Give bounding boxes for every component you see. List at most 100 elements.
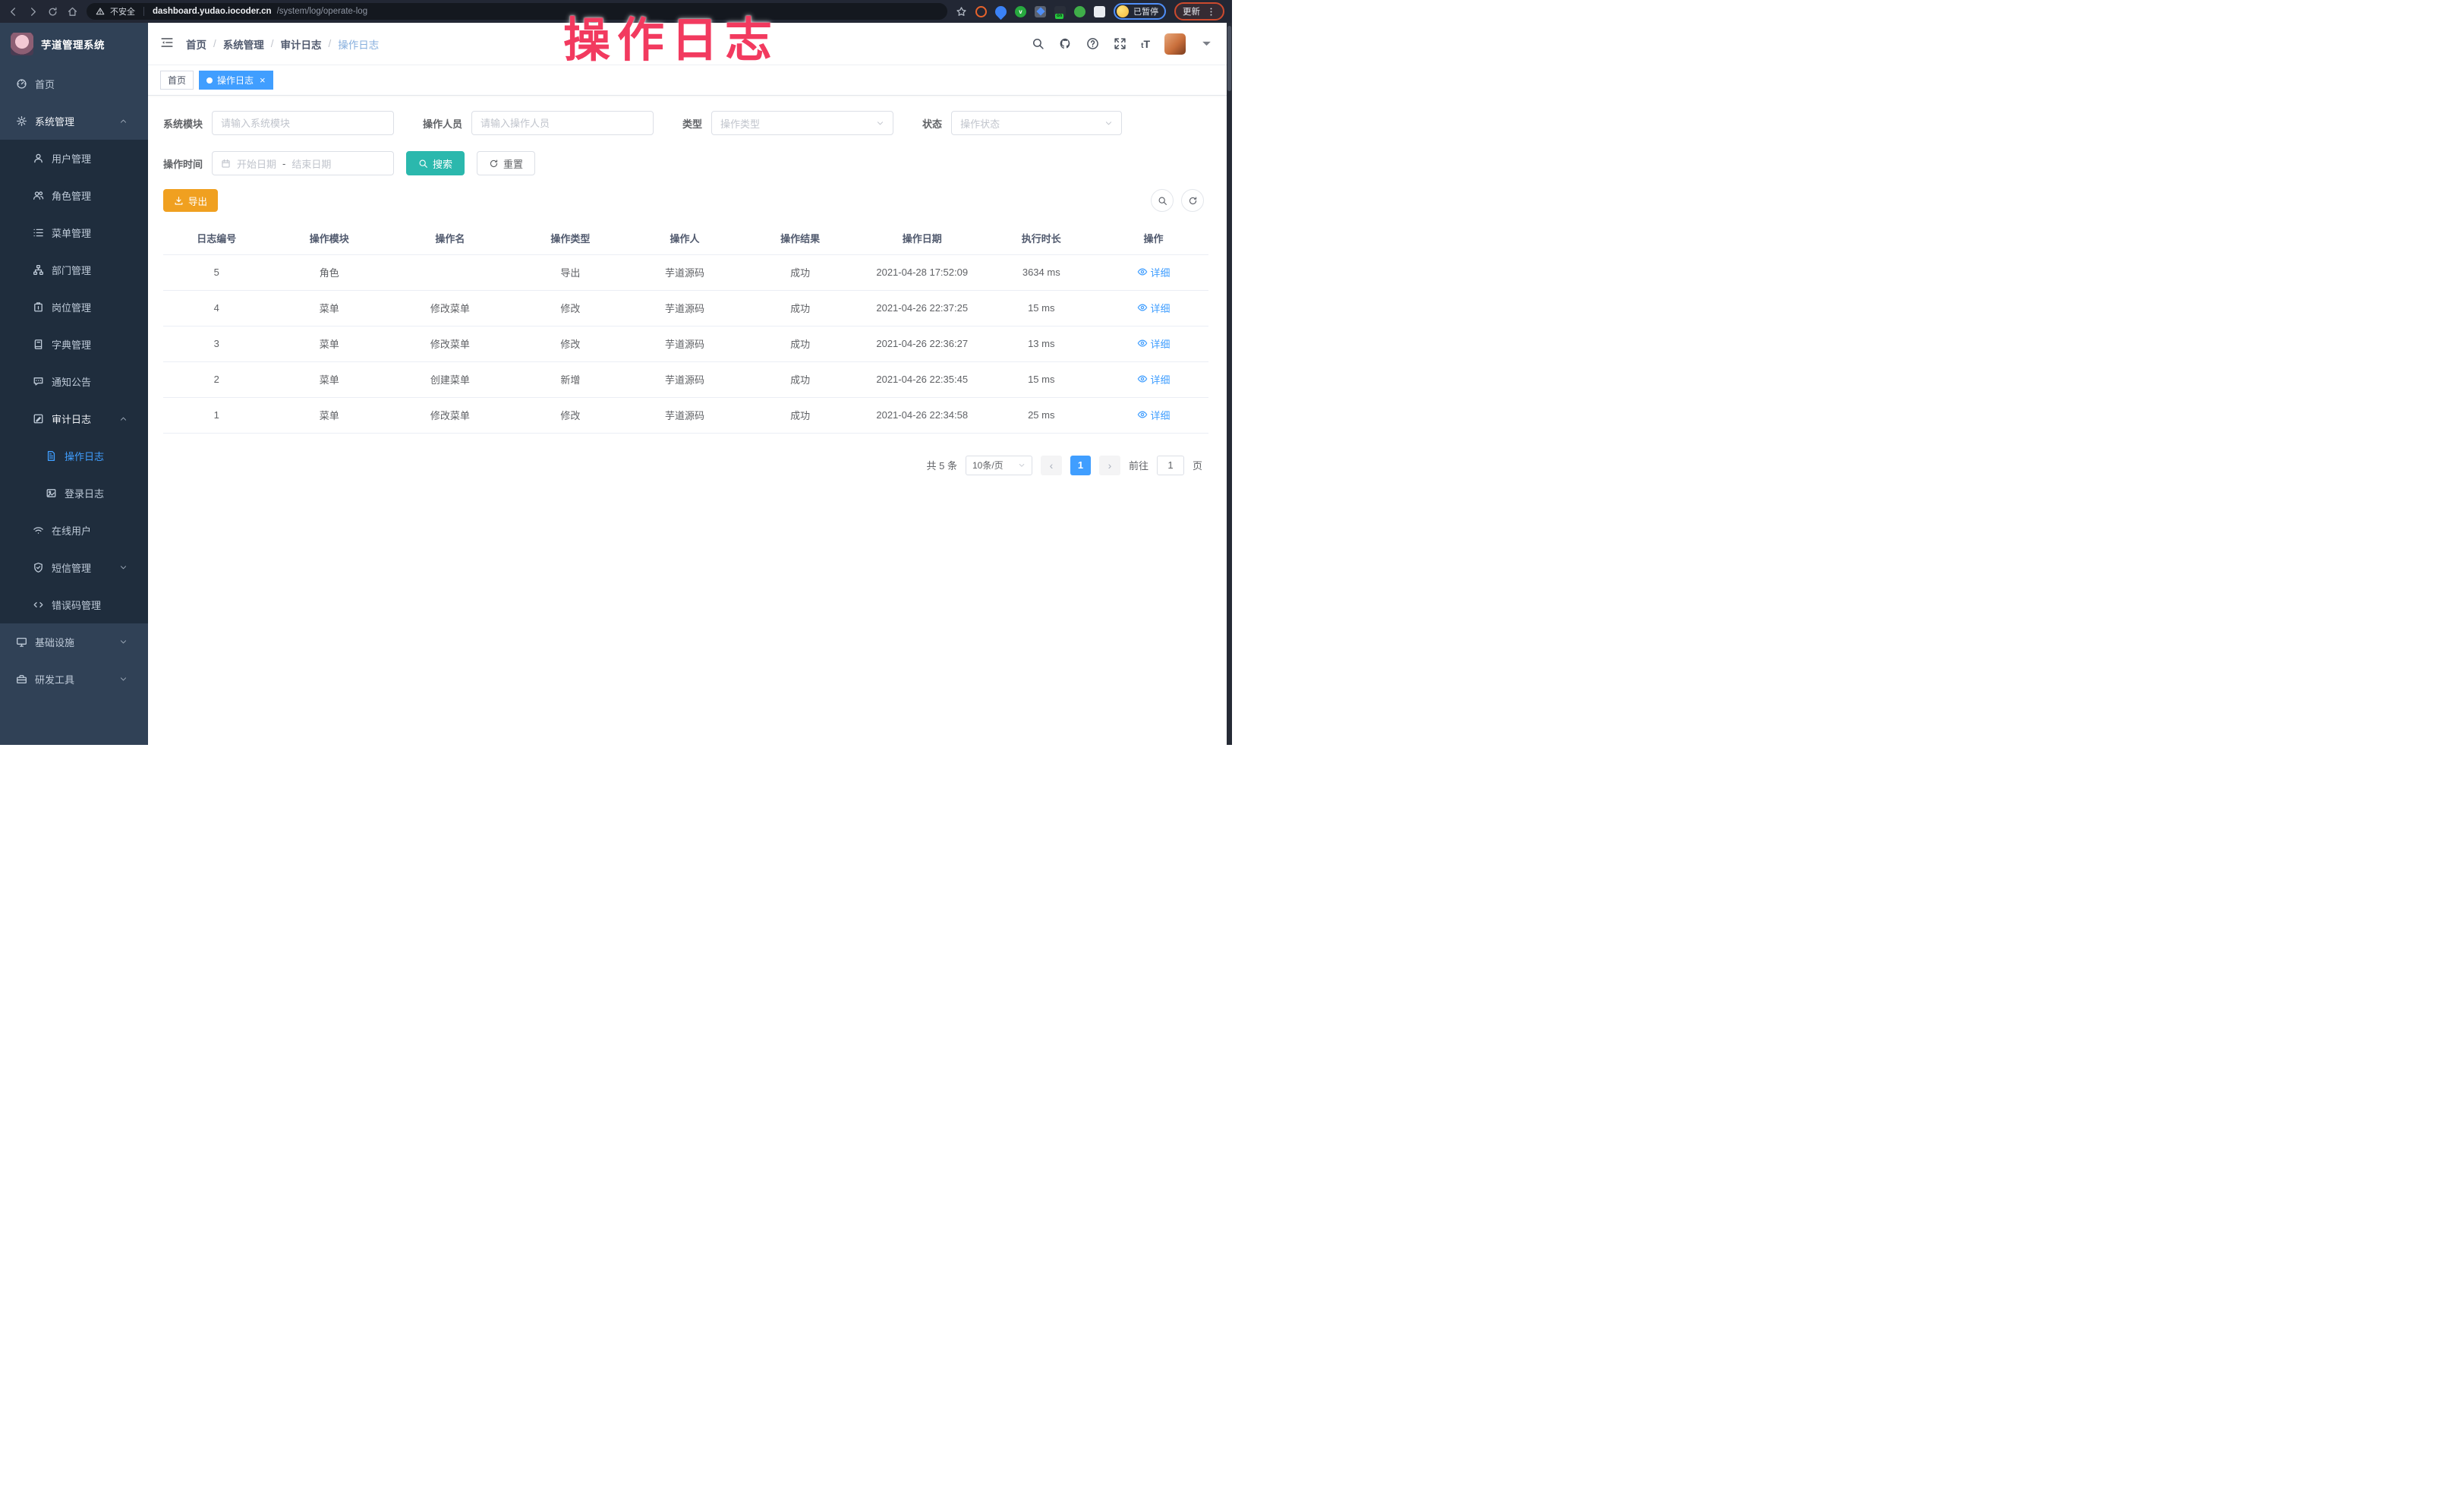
extension-icon-pin[interactable]: [993, 3, 1009, 19]
sidebar-item-menu-management[interactable]: 菜单管理: [0, 214, 148, 251]
sidebar-item-system-management[interactable]: 系统管理: [0, 103, 148, 140]
system-management-submenu: 用户管理 角色管理 菜单管理 部门管理 岗位管理 字典管理: [0, 140, 148, 623]
date-range-picker[interactable]: 开始日期 - 结束日期: [212, 151, 394, 175]
detail-link[interactable]: 详细: [1137, 408, 1171, 422]
user-avatar[interactable]: [1164, 33, 1186, 55]
refresh-icon: [1188, 196, 1198, 206]
sidebar-item-login-log[interactable]: 登录日志: [0, 475, 148, 512]
status-select[interactable]: 操作状态: [951, 111, 1122, 135]
breadcrumb: 首页 / 系统管理 / 审计日志 / 操作日志: [186, 36, 379, 52]
eye-icon: [1137, 338, 1148, 349]
page-size-select[interactable]: 10条/页: [966, 456, 1032, 475]
type-select[interactable]: 操作类型: [711, 111, 893, 135]
sidebar-item-dev-tools[interactable]: 研发工具: [0, 661, 148, 698]
sidebar-item-online-users[interactable]: 在线用户: [0, 512, 148, 549]
chevron-up-icon: [119, 415, 128, 423]
sidebar-logo[interactable]: 芋道管理系统: [0, 23, 148, 65]
module-input[interactable]: [212, 111, 394, 135]
col-action: 操作: [1098, 222, 1208, 254]
help-icon[interactable]: [1086, 37, 1099, 50]
breadcrumb-system[interactable]: 系统管理: [223, 36, 264, 52]
app-title: 芋道管理系统: [41, 36, 105, 52]
extensions-puzzle-icon[interactable]: [1094, 6, 1105, 17]
detail-link[interactable]: 详细: [1137, 372, 1171, 386]
browser-back-button[interactable]: [8, 6, 19, 17]
extension-icon-green-sprout[interactable]: [1074, 6, 1085, 17]
chevron-down-icon: [119, 563, 128, 572]
org-tree-icon: [33, 264, 44, 276]
sidebar-item-dict-management[interactable]: 字典管理: [0, 326, 148, 363]
tag-operate-log[interactable]: 操作日志 ×: [199, 71, 273, 90]
refresh-table-button[interactable]: [1181, 189, 1204, 212]
sidebar-fold-button[interactable]: [160, 36, 174, 52]
sidebar: 芋道管理系统 首页 系统管理 用户管理 角色管理 菜单管理: [0, 23, 148, 745]
sidebar-item-user-management[interactable]: 用户管理: [0, 140, 148, 177]
browser-reload-button[interactable]: [47, 6, 58, 17]
prev-page-button[interactable]: ‹: [1041, 456, 1062, 475]
paused-label: 已暂停: [1133, 5, 1158, 17]
total-count: 共 5 条: [927, 458, 957, 472]
export-button[interactable]: 导出: [163, 189, 218, 212]
profile-paused-pill[interactable]: 已暂停: [1114, 3, 1166, 20]
sidebar-item-role-management[interactable]: 角色管理: [0, 177, 148, 214]
page-scrollbar[interactable]: [1227, 23, 1232, 745]
sidebar-item-notice[interactable]: 通知公告: [0, 363, 148, 400]
app-logo-image: [11, 33, 33, 55]
col-result: 操作结果: [740, 222, 860, 254]
fullscreen-icon[interactable]: [1114, 37, 1126, 50]
sidebar-item-audit-log[interactable]: 审计日志: [0, 400, 148, 437]
browser-menu-icon[interactable]: [1206, 7, 1216, 17]
operator-input[interactable]: [471, 111, 654, 135]
browser-home-button[interactable]: [67, 6, 78, 17]
goto-page-input[interactable]: [1157, 456, 1184, 475]
detail-link[interactable]: 详细: [1137, 336, 1171, 351]
next-page-button[interactable]: ›: [1099, 456, 1120, 475]
col-name: 操作名: [389, 222, 512, 254]
table-row: 3 菜单 修改菜单 修改 芋道源码 成功 2021-04-26 22:36:27…: [163, 326, 1208, 361]
extension-icon-on-badge[interactable]: on: [1054, 6, 1066, 17]
chat-icon: [33, 376, 44, 387]
time-label: 操作时间: [163, 156, 203, 171]
bookmark-star-icon[interactable]: [956, 6, 967, 17]
main-area: 首页 / 系统管理 / 审计日志 / 操作日志 tT 首页: [148, 23, 1227, 745]
search-button[interactable]: 搜索: [406, 151, 465, 175]
filter-row-1: 系统模块 操作人员 类型 操作类型 状态: [163, 111, 1208, 135]
operator-label: 操作人员: [423, 116, 462, 131]
eye-icon: [1137, 374, 1148, 384]
tag-close-icon[interactable]: ×: [260, 75, 266, 85]
sidebar-item-dept-management[interactable]: 部门管理: [0, 251, 148, 289]
col-module: 操作模块: [270, 222, 389, 254]
sidebar-item-operate-log[interactable]: 操作日志: [0, 437, 148, 475]
detail-link[interactable]: 详细: [1137, 301, 1171, 315]
extension-icon-orange[interactable]: [975, 6, 987, 17]
breadcrumb-current: 操作日志: [338, 36, 379, 52]
extension-icon-green-v[interactable]: v: [1015, 6, 1026, 17]
scrollbar-thumb[interactable]: [1227, 26, 1231, 91]
url-path: /system/log/operate-log: [277, 7, 368, 16]
browser-forward-button[interactable]: [27, 6, 39, 17]
github-icon[interactable]: [1059, 37, 1072, 50]
font-size-icon[interactable]: tT: [1141, 38, 1150, 50]
toggle-search-button[interactable]: [1151, 189, 1174, 212]
extension-icon-blue-tool[interactable]: [1035, 6, 1046, 17]
breadcrumb-audit[interactable]: 审计日志: [281, 36, 322, 52]
sidebar-item-infrastructure[interactable]: 基础设施: [0, 623, 148, 661]
sidebar-item-post-management[interactable]: 岗位管理: [0, 289, 148, 326]
sidebar-item-home[interactable]: 首页: [0, 65, 148, 103]
reset-button[interactable]: 重置: [477, 151, 535, 175]
sidebar-item-sms-management[interactable]: 短信管理: [0, 549, 148, 586]
detail-link[interactable]: 详细: [1137, 265, 1171, 279]
tag-home[interactable]: 首页: [160, 71, 194, 90]
search-icon[interactable]: [1032, 37, 1045, 50]
table-row: 2 菜单 创建菜单 新增 芋道源码 成功 2021-04-26 22:35:45…: [163, 361, 1208, 397]
address-bar[interactable]: 不安全 dashboard.yudao.iocoder.cn /system/l…: [87, 3, 947, 20]
sidebar-item-error-code[interactable]: 错误码管理: [0, 586, 148, 623]
col-duration: 执行时长: [984, 222, 1098, 254]
breadcrumb-home[interactable]: 首页: [186, 36, 206, 52]
monitor-icon: [16, 636, 27, 648]
filter-operator: 操作人员: [423, 111, 654, 135]
image-icon: [46, 487, 57, 499]
current-page-button[interactable]: 1: [1070, 456, 1091, 475]
caret-down-icon[interactable]: [1200, 37, 1213, 50]
browser-update-button[interactable]: 更新: [1174, 2, 1224, 21]
